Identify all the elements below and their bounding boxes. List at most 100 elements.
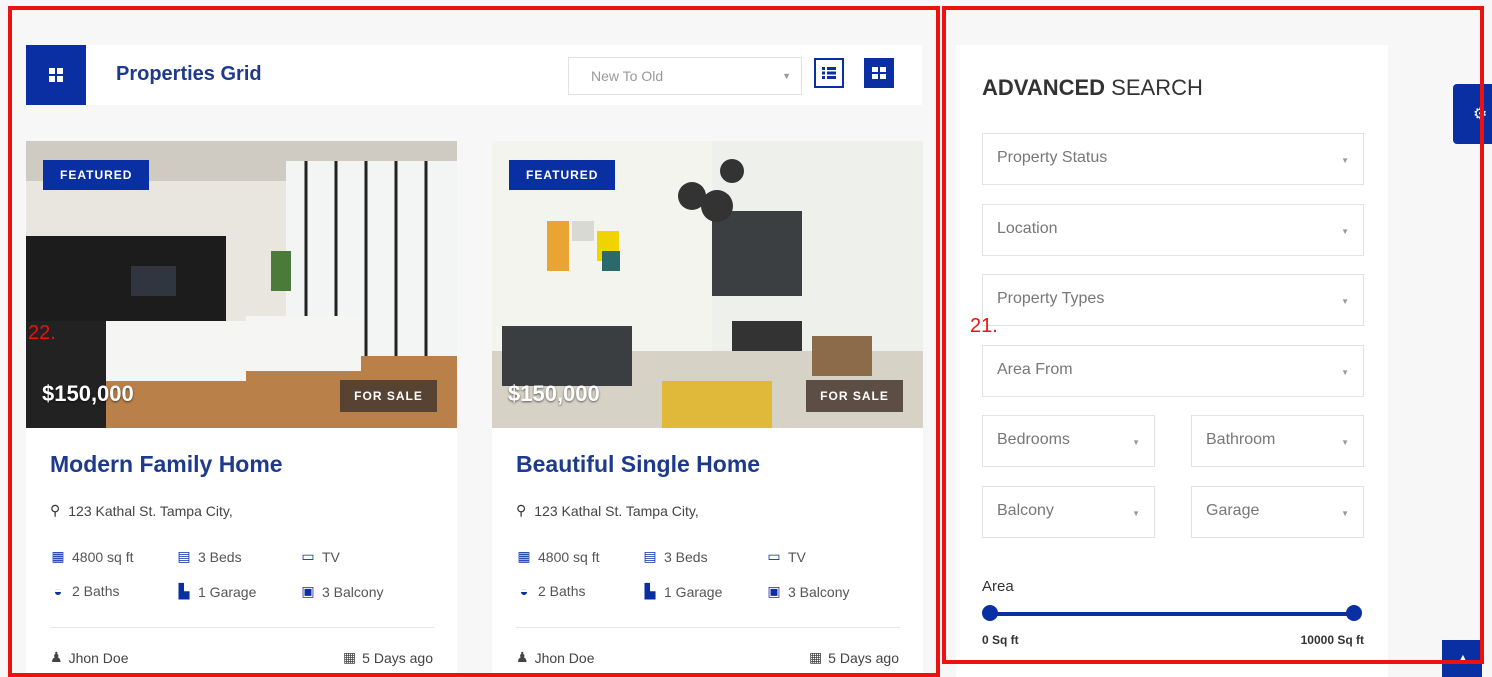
chevron-down-icon: ▼	[1341, 368, 1349, 377]
property-title[interactable]: Modern Family Home	[50, 451, 283, 478]
chevron-down-icon: ▼	[1132, 438, 1140, 447]
feature-beds-text: 3 Beds	[198, 548, 242, 565]
chevron-down-icon: ▼	[1341, 227, 1349, 236]
feature-baths: ◒ 2 Baths	[516, 583, 586, 599]
slider-min-label: 0 Sq ft	[982, 633, 1019, 647]
garage-icon: ▙	[644, 583, 656, 599]
feature-beds-text: 3 Beds	[664, 548, 708, 565]
search-title-bold: ADVANCED	[982, 75, 1106, 100]
author-name: Jhon Doe	[534, 649, 595, 666]
bed-icon: ▤	[643, 548, 657, 564]
property-image[interactable]: FEATURED $150,000 FOR SALE	[492, 141, 923, 428]
status-badge: FOR SALE	[340, 380, 437, 412]
feature-tv: ▭ TV	[766, 548, 806, 565]
garage-select[interactable]: Garage ▼	[1191, 486, 1364, 538]
bathroom-select[interactable]: Bathroom ▼	[1191, 415, 1364, 467]
calendar-icon: ▦	[342, 649, 357, 665]
area-slider-min-handle[interactable]	[982, 605, 998, 621]
feature-balcony: ▣ 3 Balcony	[766, 583, 849, 600]
property-title[interactable]: Beautiful Single Home	[516, 451, 760, 478]
author[interactable]: ♟ Jhon Doe	[50, 649, 129, 666]
map-marker-icon: ⚲	[516, 502, 527, 518]
garage-icon: ▙	[178, 583, 190, 599]
property-status-select[interactable]: Property Status ▼	[982, 133, 1364, 185]
sort-select[interactable]: New To Old ▼	[568, 57, 802, 95]
area-label: Area	[982, 578, 1014, 595]
bath-icon: ◒	[519, 583, 529, 599]
grid-view-icon	[26, 45, 86, 105]
tv-icon: ▭	[301, 548, 315, 564]
garage-label: Garage	[1206, 502, 1260, 519]
status-badge: FOR SALE	[806, 380, 903, 412]
chevron-down-icon: ▼	[782, 71, 791, 81]
feature-balcony-text: 3 Balcony	[322, 583, 384, 600]
divider	[50, 627, 434, 628]
feature-balcony: ▣ 3 Balcony	[300, 583, 383, 600]
chevron-down-icon: ▼	[1341, 438, 1349, 447]
balcony-label: Balcony	[997, 502, 1054, 519]
property-image[interactable]: FEATURED $150,000 FOR SALE	[26, 141, 457, 428]
author[interactable]: ♟ Jhon Doe	[516, 649, 595, 666]
property-price: $150,000	[42, 381, 134, 406]
bed-icon: ▤	[177, 548, 191, 564]
location-select[interactable]: Location ▼	[982, 204, 1364, 256]
area-from-select[interactable]: Area From ▼	[982, 345, 1364, 397]
settings-toggle-button[interactable]: ⚙	[1453, 84, 1492, 144]
list-view-icon	[822, 67, 836, 79]
advanced-search-panel: ADVANCED SEARCH Property Status ▼ Locatio…	[956, 45, 1388, 677]
user-icon: ♟	[516, 649, 529, 665]
property-address-text: 123 Kathal St. Tampa City,	[68, 502, 233, 519]
chevron-up-icon: ▲	[1456, 650, 1470, 666]
feature-garage-text: 1 Garage	[198, 583, 257, 600]
featured-badge: FEATURED	[43, 160, 150, 190]
area-slider-max-handle[interactable]	[1346, 605, 1362, 621]
author-name: Jhon Doe	[68, 649, 129, 666]
property-types-select[interactable]: Property Types ▼	[982, 274, 1364, 326]
featured-badge: FEATURED	[509, 160, 616, 190]
feature-balcony-text: 3 Balcony	[788, 583, 850, 600]
feature-garage: ▙ 1 Garage	[176, 583, 257, 600]
feature-baths-text: 2 Baths	[538, 583, 586, 599]
balcony-select[interactable]: Balcony ▼	[982, 486, 1155, 538]
area-icon: ▦	[51, 548, 65, 564]
property-status-label: Property Status	[997, 149, 1108, 166]
map-marker-icon: ⚲	[50, 502, 61, 518]
grid-view-button[interactable]	[864, 58, 894, 88]
feature-area-text: 4800 sq ft	[72, 548, 134, 565]
calendar-icon: ▦	[808, 649, 823, 665]
list-view-button[interactable]	[814, 58, 844, 88]
property-card[interactable]: FEATURED $150,000 FOR SALE Modern Family…	[26, 141, 457, 677]
feature-area-text: 4800 sq ft	[538, 548, 600, 565]
posted-date-text: 5 Days ago	[828, 649, 899, 666]
page-title: Properties Grid	[116, 63, 262, 85]
property-card[interactable]: FEATURED $150,000 FOR SALE Beautiful Sin…	[492, 141, 923, 677]
chevron-down-icon: ▼	[1341, 156, 1349, 165]
bedrooms-select[interactable]: Bedrooms ▼	[982, 415, 1155, 467]
posted-date-text: 5 Days ago	[362, 649, 433, 666]
posted-date: ▦ 5 Days ago	[809, 649, 899, 666]
tv-icon: ▭	[767, 548, 781, 564]
feature-area: ▦ 4800 sq ft	[516, 548, 600, 565]
bath-icon: ◒	[53, 583, 63, 599]
area-slider-track[interactable]	[990, 612, 1354, 616]
chevron-down-icon: ▼	[1341, 509, 1349, 518]
balcony-icon: ▣	[767, 583, 781, 599]
area-from-label: Area From	[997, 361, 1073, 378]
feature-tv: ▭ TV	[300, 548, 340, 565]
feature-garage-text: 1 Garage	[664, 583, 723, 600]
annotation-label-left: 22.	[28, 322, 56, 344]
search-title: ADVANCED SEARCH	[982, 75, 1203, 101]
feature-baths: ◒ 2 Baths	[50, 583, 120, 599]
grid-header: Properties Grid New To Old ▼	[26, 45, 922, 105]
search-title-rest: SEARCH	[1111, 75, 1203, 100]
chevron-down-icon: ▼	[1132, 509, 1140, 518]
feature-tv-text: TV	[788, 548, 806, 565]
divider	[516, 627, 900, 628]
property-types-label: Property Types	[997, 290, 1105, 307]
gear-icon: ⚙	[1473, 106, 1488, 123]
user-icon: ♟	[50, 649, 63, 665]
page: Properties Grid New To Old ▼ FEATURED $1…	[0, 0, 1492, 677]
area-icon: ▦	[517, 548, 531, 564]
bedrooms-label: Bedrooms	[997, 431, 1070, 448]
scroll-top-button[interactable]: ▲	[1442, 640, 1482, 677]
